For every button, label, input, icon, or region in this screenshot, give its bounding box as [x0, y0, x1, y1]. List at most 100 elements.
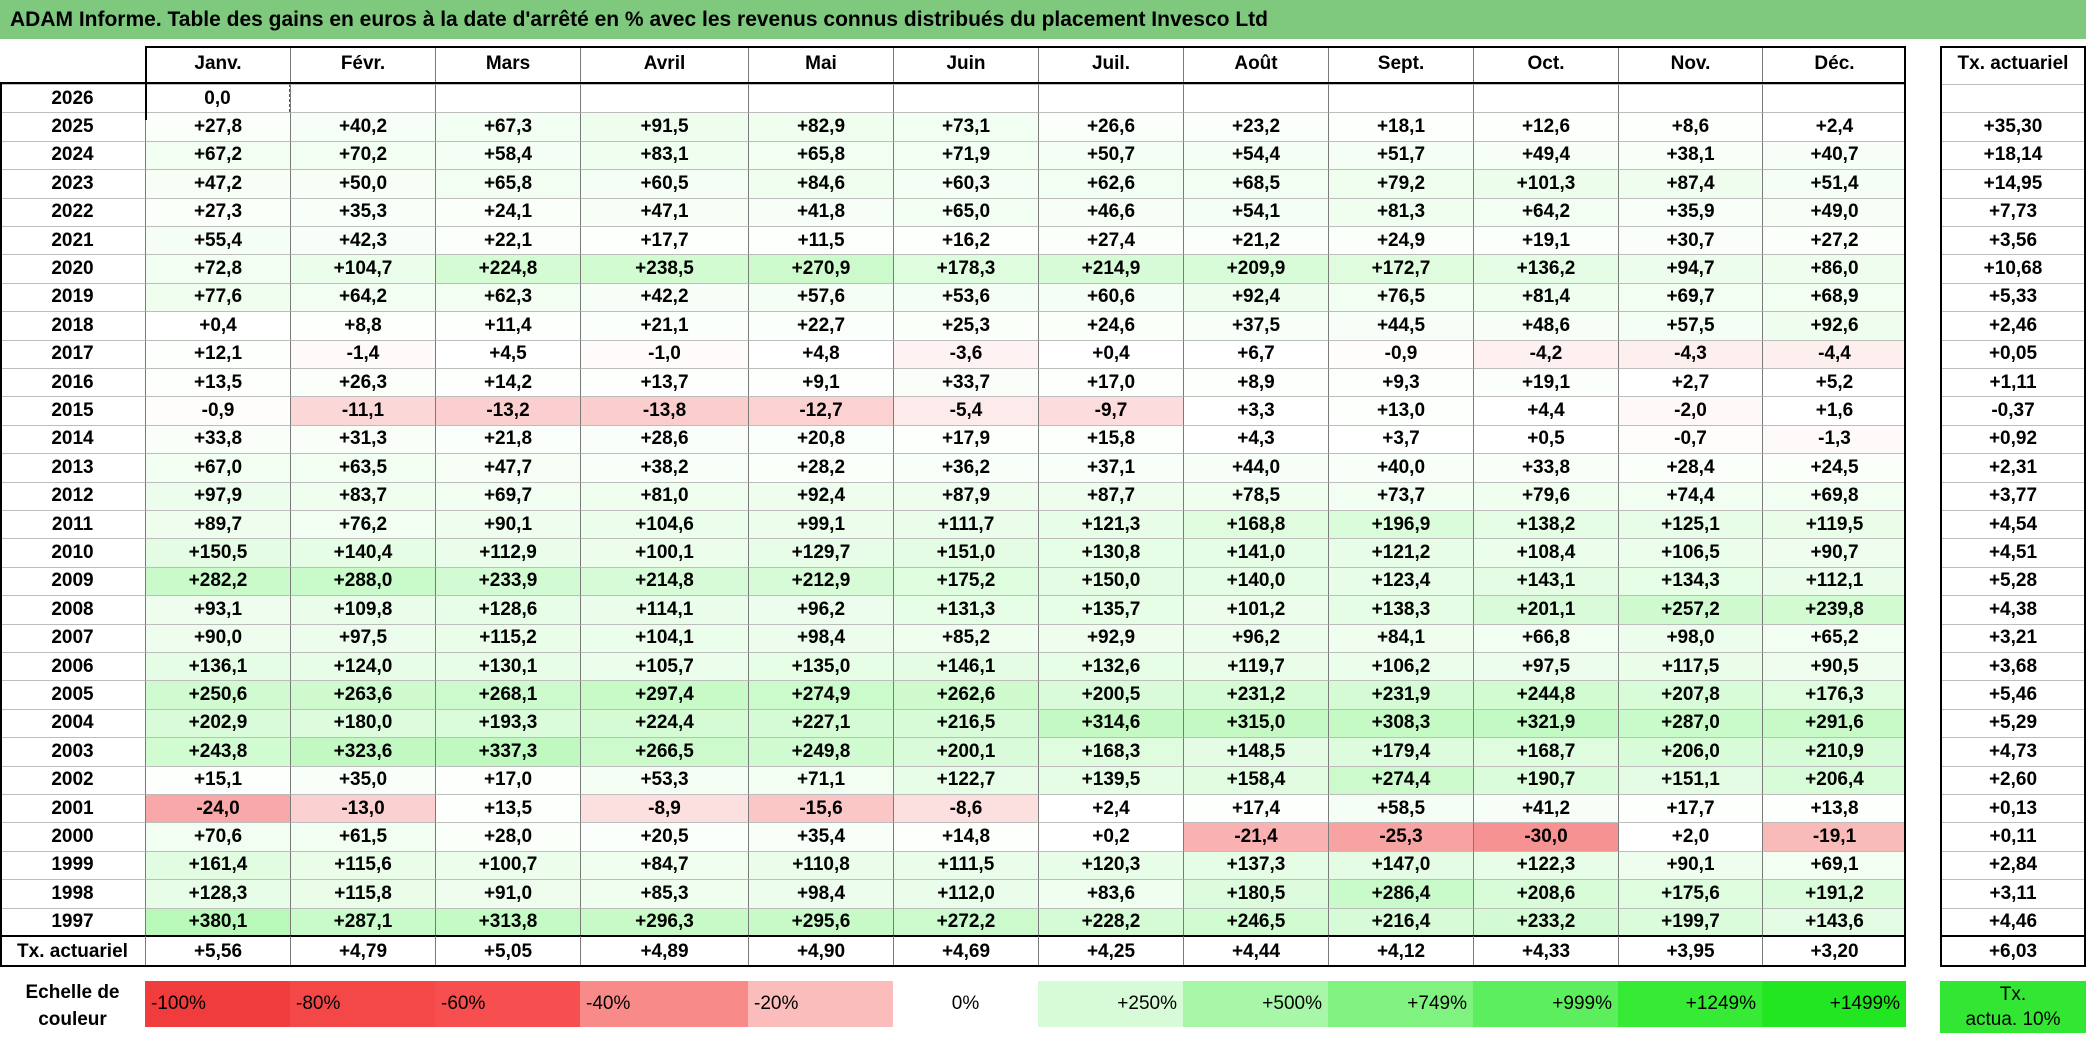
return-cell: +119,7	[1183, 652, 1328, 681]
return-cell: +210,9	[1762, 737, 1906, 766]
return-cell: +140,0	[1183, 566, 1328, 596]
return-cell: +137,3	[1183, 850, 1328, 880]
return-cell: +53,6	[893, 282, 1038, 312]
return-cell: +26,3	[290, 368, 435, 397]
return-cell: +125,1	[1618, 510, 1762, 539]
return-cell: +101,2	[1183, 595, 1328, 624]
return-cell: +287,1	[290, 907, 435, 936]
return-cell: +207,8	[1618, 680, 1762, 709]
return-cell: +64,2	[1473, 197, 1618, 226]
rate-cell: +4,46	[1940, 907, 2086, 936]
return-cell: +8,8	[290, 311, 435, 340]
return-cell: +4,8	[748, 339, 893, 368]
scale-label: Echelle de couleur	[0, 975, 145, 1037]
return-cell: +64,2	[290, 282, 435, 312]
return-cell: +239,8	[1762, 595, 1906, 624]
return-cell: +81,3	[1328, 197, 1473, 226]
return-cell: +58,4	[435, 140, 580, 170]
return-cell	[290, 84, 435, 113]
return-cell: +77,6	[145, 282, 290, 312]
return-cell: -4,3	[1618, 339, 1762, 368]
return-cell: +313,8	[435, 907, 580, 936]
rate-cell: +4,73	[1940, 737, 2086, 765]
return-cell: -2,0	[1618, 396, 1762, 425]
return-cell: +115,2	[435, 623, 580, 652]
return-cell: +63,5	[290, 453, 435, 482]
return-cell: +57,6	[748, 282, 893, 312]
year-label: 2007	[0, 623, 145, 652]
return-cell: +28,0	[435, 822, 580, 851]
return-cell: +5,2	[1762, 368, 1906, 397]
return-cell: +295,6	[748, 907, 893, 936]
return-cell: +270,9	[748, 254, 893, 283]
return-cell: +69,7	[435, 481, 580, 510]
return-cell	[1762, 84, 1906, 113]
return-cell: +209,9	[1183, 254, 1328, 283]
return-cell: +24,5	[1762, 453, 1906, 482]
return-cell: -15,6	[748, 794, 893, 823]
month-header: Mars	[435, 46, 580, 82]
year-label: 2023	[0, 169, 145, 197]
year-label: 2010	[0, 538, 145, 566]
return-cell: +100,1	[580, 538, 748, 567]
return-cell: -8,9	[580, 794, 748, 823]
return-cell: +97,5	[1473, 652, 1618, 681]
return-cell: +60,3	[893, 169, 1038, 198]
footer-rate-cell: +3,20	[1762, 935, 1906, 967]
return-cell: +28,4	[1618, 453, 1762, 482]
return-cell: +76,5	[1328, 282, 1473, 312]
year-label: 2014	[0, 424, 145, 453]
return-cell: +168,8	[1183, 510, 1328, 539]
return-cell: +151,0	[893, 538, 1038, 567]
color-scale-swatch: +1499%	[1762, 981, 1906, 1027]
return-cell: +115,8	[290, 879, 435, 908]
return-cell: +121,2	[1328, 538, 1473, 567]
return-cell: +231,2	[1183, 680, 1328, 709]
rate-cell: +35,30	[1940, 112, 2086, 140]
return-cell: +40,7	[1762, 140, 1906, 170]
year-label: 2018	[0, 311, 145, 339]
return-cell	[1473, 84, 1618, 113]
return-cell: +33,8	[145, 424, 290, 454]
return-cell: +13,7	[580, 368, 748, 397]
return-cell: +23,2	[1183, 112, 1328, 141]
return-cell: +11,4	[435, 311, 580, 340]
return-cell: +101,3	[1473, 169, 1618, 198]
year-label: 2009	[0, 566, 145, 595]
return-cell: -3,6	[893, 339, 1038, 368]
return-cell: +179,4	[1328, 737, 1473, 766]
rate-cell: -0,37	[1940, 396, 2086, 424]
return-cell: +274,4	[1328, 765, 1473, 794]
return-cell: +110,8	[748, 850, 893, 880]
return-cell: +68,5	[1183, 169, 1328, 198]
return-cell: +83,7	[290, 481, 435, 510]
color-scale-swatch: +749%	[1328, 981, 1473, 1027]
return-cell: +19,1	[1473, 226, 1618, 255]
footer-rate-cell: +4,79	[290, 935, 435, 967]
return-cell: +62,3	[435, 282, 580, 312]
return-cell	[1183, 84, 1328, 113]
footer-rate-cell: +3,95	[1618, 935, 1762, 967]
return-cell: +17,7	[580, 226, 748, 255]
rate-cell: +14,95	[1940, 169, 2086, 197]
return-cell: +8,9	[1183, 368, 1328, 397]
return-cell: +138,3	[1328, 595, 1473, 624]
return-cell: +83,6	[1038, 879, 1183, 908]
rate-cell: +3,21	[1940, 623, 2086, 652]
return-cell: +47,2	[145, 169, 290, 198]
return-cell: -4,2	[1473, 339, 1618, 368]
rate-cell: +3,56	[1940, 226, 2086, 254]
return-cell: +321,9	[1473, 708, 1618, 738]
return-cell: +132,6	[1038, 652, 1183, 681]
year-label: 2008	[0, 595, 145, 623]
return-cell: +98,0	[1618, 623, 1762, 652]
return-cell: +14,2	[435, 368, 580, 397]
return-cell: -19,1	[1762, 822, 1906, 851]
return-cell: +87,9	[893, 481, 1038, 510]
return-cell: +21,1	[580, 311, 748, 340]
return-cell: +50,0	[290, 169, 435, 198]
return-cell: -0,9	[145, 396, 290, 425]
return-cell: +147,0	[1328, 850, 1473, 880]
rate-cell: +3,11	[1940, 879, 2086, 907]
year-label: 2026	[0, 84, 145, 112]
